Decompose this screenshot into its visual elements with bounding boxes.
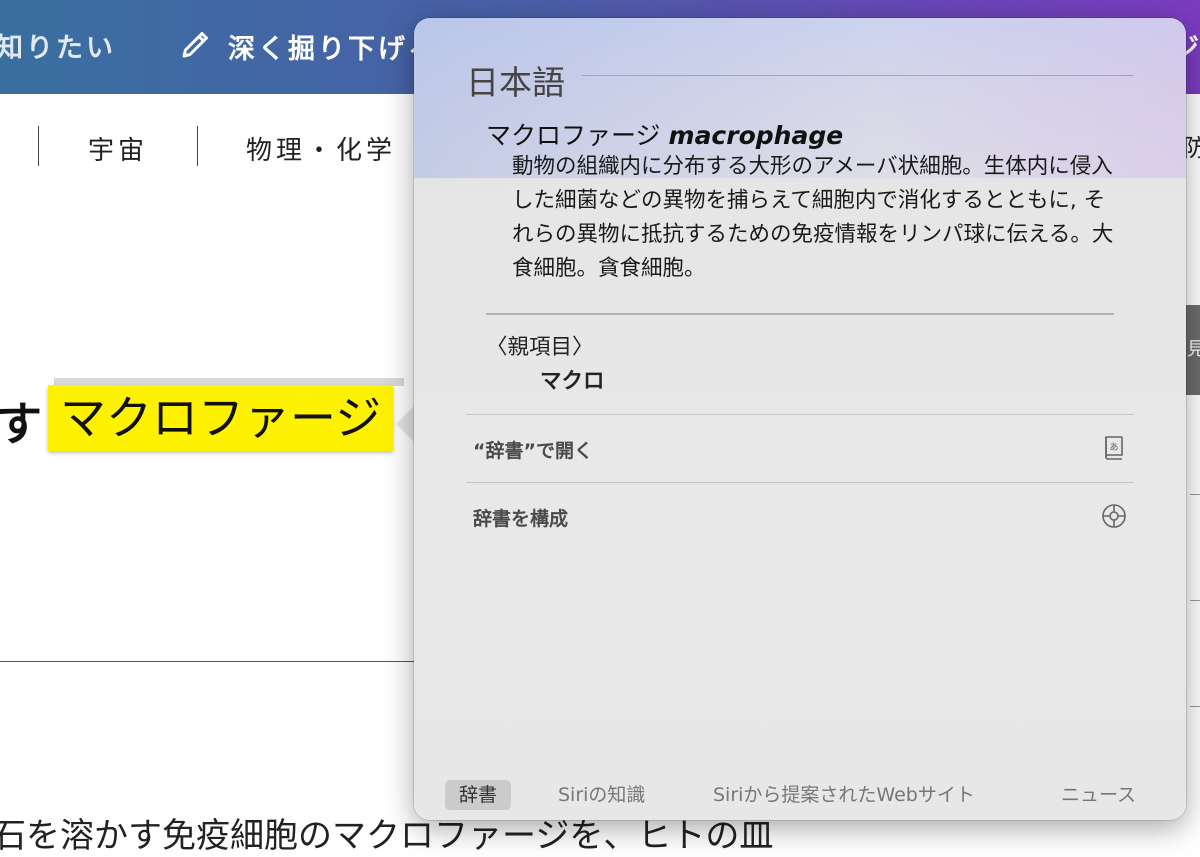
headword-japanese: マクロファージ	[486, 121, 661, 150]
definition-divider	[486, 313, 1114, 315]
menu-divider	[466, 414, 1134, 415]
category-physics-chemistry[interactable]: 物理・化学	[246, 130, 396, 167]
article-heading-prefix: す	[0, 397, 42, 451]
looked-up-word-highlight: マクロファージ	[48, 385, 394, 451]
open-in-dictionary-label: “辞書”で開く	[473, 440, 593, 462]
tick-mark	[1190, 600, 1200, 601]
tab-siri-websites[interactable]: Siriから提案されたWebサイト	[713, 780, 975, 810]
tick-mark	[1190, 706, 1200, 707]
tab-dictionary[interactable]: 辞書	[445, 780, 512, 810]
headword-english: macrophage	[668, 121, 844, 150]
section-divider	[0, 661, 420, 662]
source-tab-bar: 辞書 Siriの知識 Siriから提案されたWebサイト ニュース	[414, 764, 1186, 820]
pencil-icon	[178, 26, 214, 69]
configure-dictionary-label: 辞書を構成	[473, 508, 569, 530]
popover-pointer	[396, 406, 414, 442]
dictionary-book-icon: あ	[1100, 434, 1128, 462]
nav-item-deep-dive-label: 深く掘り下げる	[228, 34, 438, 65]
nav-item-want-to-know[interactable]: 知りたい	[0, 26, 116, 65]
parent-entry-label: 〈親項目〉	[486, 335, 594, 360]
svg-text:あ: あ	[1109, 442, 1118, 453]
category-separator	[38, 126, 39, 166]
language-title-rule	[582, 75, 1134, 76]
entry-headword: マクロファージ macrophage	[486, 116, 843, 152]
tab-news[interactable]: ニュース	[1061, 780, 1136, 810]
nav-item-deep-dive[interactable]: 深く掘り下げる	[178, 26, 438, 69]
open-in-dictionary-button[interactable]: “辞書”で開く あ	[466, 416, 1134, 480]
parent-entry-word[interactable]: マクロ	[540, 364, 605, 395]
menu-divider	[466, 482, 1134, 483]
tab-siri-knowledge[interactable]: Siriの知識	[558, 780, 645, 810]
language-title: 日本語	[466, 63, 565, 102]
dictionary-popover: 日本語 マクロファージ macrophage 動物の組織内に分布する大形のアメーバ…	[414, 18, 1186, 820]
configure-dictionary-button[interactable]: 辞書を構成	[466, 484, 1134, 548]
gear-icon	[1100, 502, 1128, 530]
entry-definition: 動物の組織内に分布する大形のアメーバ状細胞。生体内に侵入した細菌などの異物を捕ら…	[512, 154, 1114, 281]
category-separator	[197, 126, 198, 166]
category-space[interactable]: 宇宙	[88, 130, 148, 167]
side-tab-label: 見	[1187, 339, 1200, 360]
tick-mark	[1190, 494, 1200, 495]
